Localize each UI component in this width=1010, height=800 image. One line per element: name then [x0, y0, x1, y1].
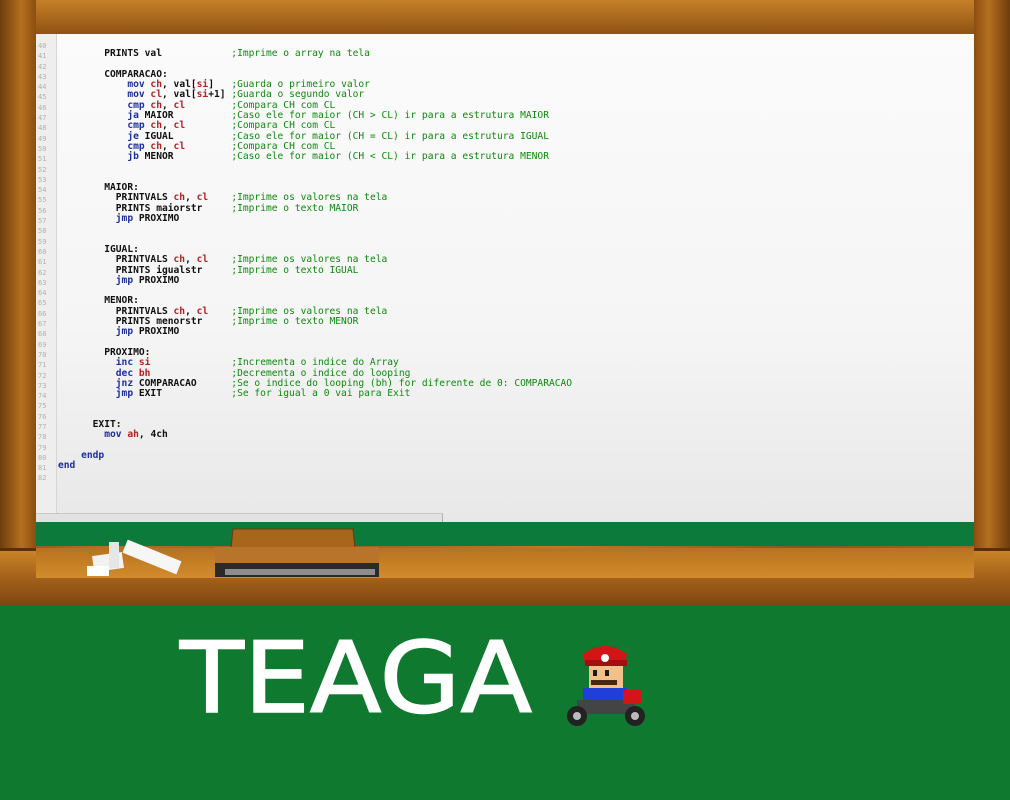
frame-left-bar: [0, 0, 36, 585]
line-number: 82: [38, 474, 47, 483]
code-comment: ;Imprime o texto MAIOR: [231, 202, 359, 214]
horizontal-scrollbar[interactable]: [36, 513, 443, 522]
line-number: 53: [38, 175, 47, 184]
eraser-icon: [215, 528, 379, 577]
line-number: 81: [38, 464, 47, 473]
chalk-icon: [87, 539, 182, 576]
frame-right-bar: [974, 0, 1010, 585]
code-text: jmp PROXIMO: [115, 326, 180, 338]
frame-top-bar: [0, 0, 1010, 36]
line-number: 54: [38, 186, 47, 195]
line-number: 52: [38, 165, 47, 174]
line-number: 64: [38, 289, 47, 298]
code-text: PRINTS val: [104, 48, 162, 60]
code-text: mov ah, 4ch: [104, 429, 168, 441]
line-number: 80: [38, 453, 47, 462]
code-line: jmp PROXIMO: [58, 327, 572, 337]
line-number: 58: [38, 227, 47, 236]
line-number: 48: [38, 124, 47, 133]
line-number: 51: [38, 155, 47, 164]
line-number: 55: [38, 196, 47, 205]
code-comment: ;Imprime o texto MENOR: [231, 316, 359, 328]
line-number: 68: [38, 330, 47, 339]
line-number: 45: [38, 93, 47, 102]
line-number: 67: [38, 320, 47, 329]
mario-kart-icon: [567, 646, 645, 726]
line-number: 60: [38, 247, 47, 256]
line-number: 72: [38, 371, 47, 380]
svg-text:TEAGA: TEAGA: [179, 622, 532, 722]
line-number: 76: [38, 412, 47, 421]
code-editor[interactable]: PRINTS val ;Imprime o array na tela COMP…: [58, 39, 572, 482]
code-line: jmp PROXIMO: [58, 274, 572, 286]
line-number: 74: [38, 392, 47, 401]
line-number: 46: [38, 103, 47, 112]
line-number: 70: [38, 350, 47, 359]
line-number: 79: [38, 443, 47, 452]
code-text: jmp PROXIMO: [115, 274, 180, 286]
code-line: jb MENOR ;Caso ele for maior (CH < CL) i…: [58, 152, 572, 162]
line-number: 65: [38, 299, 47, 308]
line-number: 63: [38, 278, 47, 287]
code-editor-screen: 40 41 42 43 44 45 46 47 48 49 50 51 52 53 54 55 56 57 58 59…: [36, 34, 974, 522]
line-number: 44: [38, 83, 47, 92]
line-number: 77: [38, 422, 47, 431]
line-number: 47: [38, 114, 47, 123]
line-number: 78: [38, 433, 47, 442]
code-line: jmp PROXIMO: [58, 213, 572, 225]
chalk-title: TEAGA: [178, 622, 533, 722]
line-number: 56: [38, 206, 47, 215]
line-number: 50: [38, 144, 47, 153]
line-number: 69: [38, 340, 47, 349]
code-comment: ;Se for igual a 0 vai para Exit: [231, 388, 411, 400]
code-comment: ;Imprime o texto IGUAL: [231, 264, 359, 276]
code-text: jmp EXIT: [115, 388, 162, 400]
line-number: 59: [38, 237, 47, 246]
line-number-gutter: 40 41 42 43 44 45 46 47 48 49 50 51 52 53 54 55 56 57 58 59…: [36, 34, 57, 514]
line-number: 71: [38, 361, 47, 370]
code-comment: ;Imprime o array na tela: [231, 48, 370, 60]
code-line: mov ah, 4ch: [58, 430, 572, 440]
line-number: 62: [38, 268, 47, 277]
line-number: 57: [38, 217, 47, 226]
code-line: jmp EXIT ;Se for igual a 0 vai para Exit: [58, 388, 572, 400]
code-line: endp: [58, 450, 572, 461]
line-number: 61: [38, 258, 47, 267]
code-text: jmp PROXIMO: [115, 213, 180, 225]
line-number: 43: [38, 72, 47, 81]
line-number: 42: [38, 62, 47, 71]
code-line: end: [58, 461, 572, 471]
code-comment: ;Caso ele for maior (CH < CL) ir para a …: [231, 151, 549, 163]
line-number: 49: [38, 134, 47, 143]
code-text: jb MENOR: [127, 151, 174, 163]
line-number: 66: [38, 309, 47, 318]
line-number: 41: [38, 52, 47, 61]
line-number: 40: [38, 42, 47, 50]
line-number: 75: [38, 402, 47, 411]
code-line: PRINTS val ;Imprime o array na tela: [58, 49, 572, 59]
line-numbers: 40 41 42 43 44 45 46 47 48 49 50 51 52 53 54 55 56 57 58 59…: [38, 41, 46, 484]
line-number: 73: [38, 381, 47, 390]
